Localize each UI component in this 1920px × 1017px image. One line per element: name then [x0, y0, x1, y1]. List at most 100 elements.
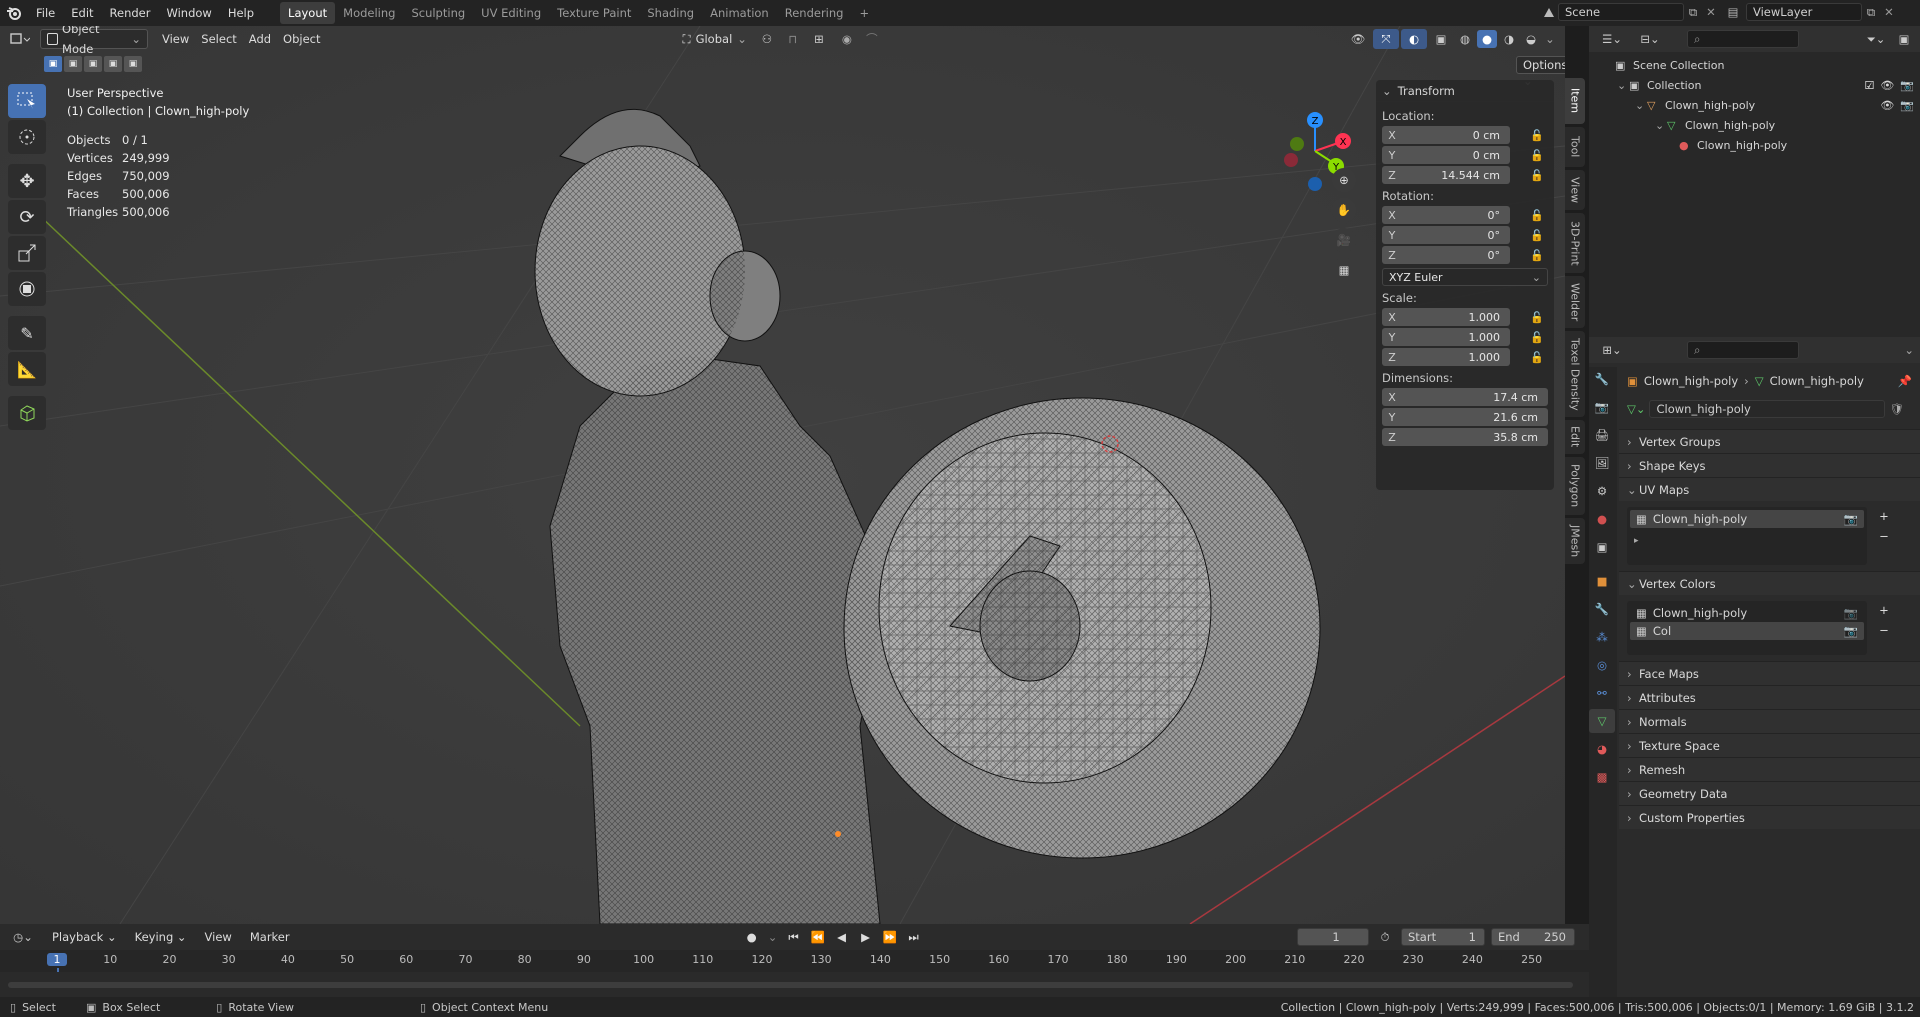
tab-item[interactable]: Item — [1565, 78, 1585, 124]
menu-playback[interactable]: Playback ⌄ — [46, 927, 123, 947]
visibility-icon[interactable]: 👁 — [1345, 32, 1371, 46]
cursor-tool[interactable] — [8, 120, 46, 154]
menu-select[interactable]: Select — [195, 29, 242, 49]
output-props-icon[interactable]: 🖨 — [1589, 423, 1615, 447]
lock-icon[interactable]: 🔓 — [1530, 248, 1544, 262]
data-props-icon[interactable]: ▽ — [1589, 709, 1615, 733]
expand-icon[interactable]: ⌄ — [1635, 96, 1647, 116]
tab-shading[interactable]: Shading — [639, 2, 702, 24]
viewlayer-icon[interactable]: ▤ — [1720, 5, 1746, 19]
location-z-field[interactable]: Z 14.544 cm 🔓 — [1382, 166, 1544, 184]
lock-icon[interactable]: 🔓 — [1530, 330, 1544, 344]
shading-options-icon[interactable]: ⌄ — [1543, 32, 1557, 46]
add-uv-button[interactable]: + — [1875, 507, 1893, 525]
add-vertex-color-button[interactable]: + — [1875, 601, 1893, 619]
rendered-shading-icon[interactable]: ◒ — [1521, 32, 1541, 46]
scale-z-field[interactable]: Z 1.000 🔓 — [1382, 348, 1544, 366]
menu-add[interactable]: Add — [243, 29, 277, 49]
physics-props-icon[interactable]: ◎ — [1589, 653, 1615, 677]
location-x-field[interactable]: X0 cm 🔓 — [1382, 126, 1544, 144]
checkbox-icon[interactable]: ☑ — [1864, 76, 1874, 96]
add-cube-tool[interactable] — [8, 396, 46, 430]
panel-attributes[interactable]: › Attributes — [1619, 685, 1920, 709]
menu-marker[interactable]: Marker — [244, 927, 296, 947]
tab-modeling[interactable]: Modeling — [335, 2, 403, 24]
keying-set-icon[interactable]: ⌄ — [766, 930, 780, 944]
rotation-mode-dropdown[interactable]: XYZ Euler ⌄ — [1382, 268, 1548, 286]
menu-render[interactable]: Render — [102, 2, 159, 24]
select-intersect-icon[interactable]: ▣ — [124, 56, 142, 72]
render-props-icon[interactable]: 📷 — [1589, 395, 1615, 419]
tab-sculpting[interactable]: Sculpting — [403, 2, 473, 24]
outliner-row-collection[interactable]: ⌄ ▣ Collection ☑ 👁 📷 — [1589, 76, 1920, 96]
panel-shape-keys[interactable]: › Shape Keys — [1619, 453, 1920, 477]
camera-icon[interactable]: 🎥 — [1332, 228, 1356, 252]
expand-icon[interactable]: ⌄ — [1655, 116, 1667, 136]
timeline-track[interactable] — [0, 972, 1589, 997]
tab-welder[interactable]: Welder — [1565, 276, 1585, 328]
lock-icon[interactable]: 🔓 — [1530, 208, 1544, 222]
panel-remesh[interactable]: › Remesh — [1619, 757, 1920, 781]
lock-icon[interactable]: 🔓 — [1530, 228, 1544, 242]
camera-icon[interactable]: 📷 — [1844, 512, 1858, 526]
camera-icon[interactable]: 📷 — [1844, 624, 1858, 638]
panel-vertex-colors[interactable]: ⌄ Vertex Colors — [1619, 571, 1920, 595]
outliner-row-material[interactable]: ● Clown_high-poly — [1589, 136, 1920, 156]
start-frame-field[interactable]: Start 1 — [1401, 928, 1485, 946]
panel-geometry-data[interactable]: › Geometry Data — [1619, 781, 1920, 805]
ortho-grid-icon[interactable]: ▦ — [1332, 258, 1356, 282]
remove-vertex-color-button[interactable]: − — [1875, 621, 1893, 639]
tab-tool[interactable]: Tool — [1565, 127, 1585, 167]
tab-texel-density[interactable]: Texel Density — [1565, 331, 1585, 417]
select-box-tool[interactable] — [8, 84, 46, 118]
scale-y-field[interactable]: Y 1.000 🔓 — [1382, 328, 1544, 346]
panel-uv-maps[interactable]: ⌄ UV Maps — [1619, 477, 1920, 501]
editor-type-icon[interactable] — [0, 32, 40, 46]
view-layer-props-icon[interactable]: 🖼 — [1589, 451, 1615, 475]
snap-target-icon[interactable]: ⊞ — [805, 32, 833, 46]
material-props-icon[interactable]: ◕ — [1589, 737, 1615, 761]
panel-texture-space[interactable]: › Texture Space — [1619, 733, 1920, 757]
camera-icon[interactable]: 📷 — [1900, 76, 1914, 96]
fake-user-icon[interactable]: 🛡 — [1889, 402, 1904, 416]
modifier-props-icon[interactable]: 🔧 — [1589, 597, 1615, 621]
lock-icon[interactable]: 🔓 — [1530, 310, 1544, 324]
snap-icon[interactable]: ⊓ — [781, 32, 805, 46]
outliner-row-scene-collection[interactable]: ▣ Scene Collection — [1589, 56, 1920, 76]
rotation-x-field[interactable]: X 0° 🔓 — [1382, 206, 1544, 224]
3d-viewport[interactable]: Object Mode ⌄ View Select Add Object ⛶ G… — [0, 26, 1565, 924]
scale-tool[interactable] — [8, 236, 46, 270]
location-y-field[interactable]: Y0 cm 🔓 — [1382, 146, 1544, 164]
new-scene-icon[interactable]: ⧉ — [1684, 5, 1702, 20]
end-frame-field[interactable]: End 250 — [1491, 928, 1575, 946]
menu-keying[interactable]: Keying ⌄ — [129, 927, 193, 947]
play-icon[interactable]: ▶ — [856, 930, 876, 944]
delete-scene-icon[interactable]: ✕ — [1702, 5, 1720, 19]
panel-vertex-groups[interactable]: › Vertex Groups — [1619, 429, 1920, 453]
panel-custom-properties[interactable]: › Custom Properties — [1619, 805, 1920, 829]
scale-x-field[interactable]: X 1.000 🔓 — [1382, 308, 1544, 326]
next-keyframe-icon[interactable]: ⏩ — [880, 930, 900, 944]
outliner-row-mesh[interactable]: ⌄ ▽ Clown_high-poly — [1589, 116, 1920, 136]
options-dropdown[interactable]: Options ⌄ — [1516, 56, 1565, 88]
new-collection-icon[interactable]: ▣ — [1894, 32, 1914, 46]
panel-normals[interactable]: › Normals — [1619, 709, 1920, 733]
chevron-down-icon[interactable]: ⌄ — [1382, 80, 1392, 102]
lock-icon[interactable]: 🔓 — [1530, 168, 1544, 182]
mode-dropdown[interactable]: Object Mode ⌄ — [40, 26, 148, 56]
tab-3d-print[interactable]: 3D-Print — [1565, 213, 1585, 273]
tab-view[interactable]: View — [1565, 170, 1585, 210]
tool-props-icon[interactable]: 🔧 — [1589, 367, 1615, 391]
outliner-row-object[interactable]: ⌄ ▽ Clown_high-poly 👁 📷 — [1589, 96, 1920, 116]
menu-file[interactable]: File — [28, 2, 63, 24]
pin-icon[interactable]: 📌 — [1898, 374, 1920, 388]
stopwatch-icon[interactable]: ⏱ — [1375, 930, 1395, 945]
transform-tool[interactable] — [8, 272, 46, 306]
material-shading-icon[interactable]: ◑ — [1499, 32, 1519, 46]
eye-icon[interactable]: 👁 — [1880, 96, 1894, 116]
menu-object[interactable]: Object — [277, 29, 326, 49]
expand-icon[interactable]: ⌄ — [1617, 76, 1629, 96]
menu-window[interactable]: Window — [158, 2, 219, 24]
timeline-editor-icon[interactable]: ◷⌄ — [6, 930, 40, 944]
select-new-icon[interactable]: ▣ — [44, 56, 62, 72]
